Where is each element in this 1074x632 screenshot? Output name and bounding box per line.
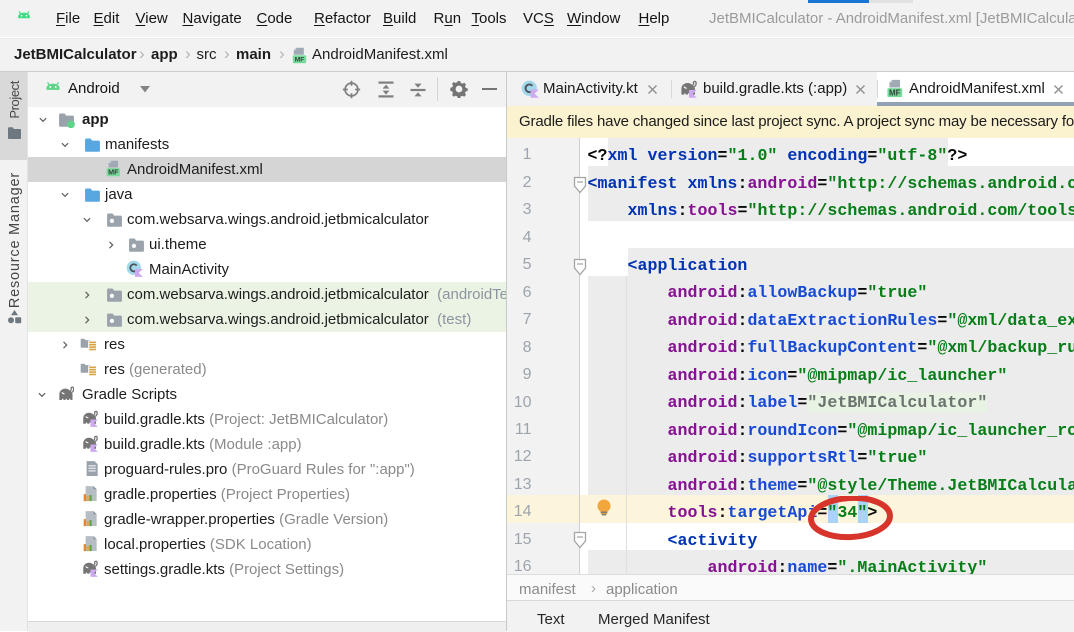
svg-text:MF: MF (295, 57, 305, 64)
